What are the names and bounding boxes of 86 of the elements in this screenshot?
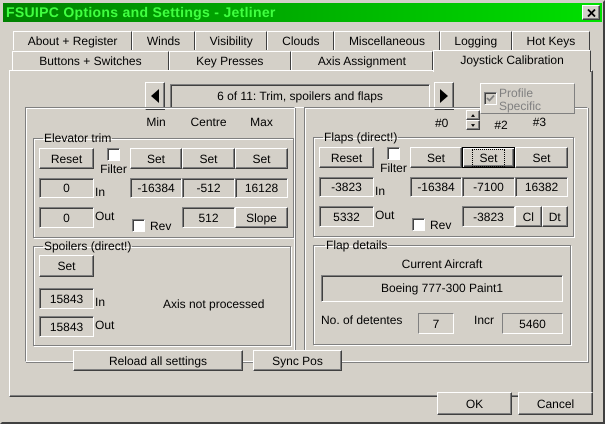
tab[interactable]: Buttons + Switches [12,51,169,70]
group-title: Elevator trim [43,131,112,145]
ok-button[interactable]: OK [437,392,512,415]
tab[interactable]: Clouds [267,31,334,50]
close-button[interactable] [582,5,600,20]
tab[interactable]: About + Register [13,31,132,50]
sync-button[interactable]: Sync Pos [253,350,342,371]
group-title: Flap details [325,238,388,252]
column-header: #2 [494,117,508,134]
field-label: Out [374,207,396,224]
reset-button[interactable]: Reset [39,148,94,169]
increment-field: 5460 [502,313,564,334]
checkbox-label: Filter [100,163,127,175]
close-icon [586,8,596,16]
field-label: In [94,186,106,198]
right-arrow-icon [440,89,448,103]
checkbox-label: Rev [430,219,452,231]
set-button[interactable]: Set [235,148,288,169]
status-message: Axis not processed [163,296,264,309]
value-field: 16128 [235,178,288,198]
tab[interactable]: Axis Assignment [290,51,434,70]
value-field: -3823 [319,177,374,197]
spin-up-button[interactable] [466,110,480,120]
set-button[interactable]: Set [39,255,94,277]
up-arrow-icon [471,114,476,116]
value-field: 15843 [39,288,94,309]
field-label: No. of detentes [321,314,404,326]
aircraft-field: Boeing 777-300 Paint1 [321,275,564,302]
column-header: Max [249,114,274,131]
reset-button[interactable]: Reset [319,147,374,168]
left-arrow-icon [151,89,159,103]
value-field: -16384 [410,177,462,197]
tab[interactable]: Hot Keys [512,31,590,50]
value-field: -16384 [130,178,182,198]
value-field: -512 [182,178,235,198]
value-field: 0 [39,207,94,228]
small-button[interactable]: Cl [515,206,542,227]
spinner[interactable] [466,110,480,130]
next-button[interactable] [434,82,454,110]
tab[interactable]: Miscellaneous [334,31,440,50]
group-title: Flaps (direct!) [323,130,398,144]
tab[interactable]: Key Presses [168,51,291,70]
tab[interactable]: Logging [440,31,512,50]
small-button[interactable]: Dt [542,206,568,227]
slope-button[interactable]: Slope [235,207,288,228]
value-field: -3823 [462,206,515,227]
field-label: Incr [474,314,494,326]
detentes-field: 7 [418,313,454,334]
checkbox[interactable] [387,147,400,160]
column-header: Centre [189,114,228,131]
column-header: #3 [532,114,546,131]
set-button[interactable]: Set [410,147,462,168]
cancel-button[interactable]: Cancel [518,392,593,415]
down-arrow-icon [471,124,476,126]
checkbox[interactable] [107,148,120,161]
field-label: In [94,296,106,308]
value-field: 0 [39,178,94,198]
field-label: Out [94,319,114,331]
value-field: 512 [182,207,235,228]
checkbox-label: Profile Specific [499,87,542,113]
set-button[interactable]: Set [182,148,235,169]
value-field: 16382 [515,177,568,197]
column-header: #0 [435,115,448,132]
page-field: 6 of 11: Trim, spoilers and flaps [170,84,430,108]
tab[interactable]: Joystick Calibration [433,50,591,72]
reload-button[interactable]: Reload all settings [73,350,243,371]
checkbox-label: Filter [380,162,407,174]
tab[interactable]: Visibility [194,31,268,50]
field-label: Current Aircraft [400,258,484,270]
spin-down-button[interactable] [466,120,480,130]
checkbox-label: Rev [150,220,172,232]
tab[interactable]: Winds [132,31,195,50]
checkbox[interactable] [132,219,145,232]
value-field: 15843 [39,316,94,337]
set-button[interactable]: Set [515,147,568,168]
window-title: FSUIPC Options and Settings - Jetliner [6,3,276,22]
set-button[interactable]: Set [130,148,182,169]
value-field: 5332 [319,206,374,227]
field-label: Out [94,208,116,225]
group-title: Spoilers (direct!) [43,239,132,253]
set-button[interactable]: Set [462,147,515,168]
field-label: In [374,185,386,197]
column-header: Min [145,114,167,131]
checkbox[interactable] [412,218,425,231]
value-field: -7100 [462,177,515,197]
previous-button[interactable] [145,82,165,110]
